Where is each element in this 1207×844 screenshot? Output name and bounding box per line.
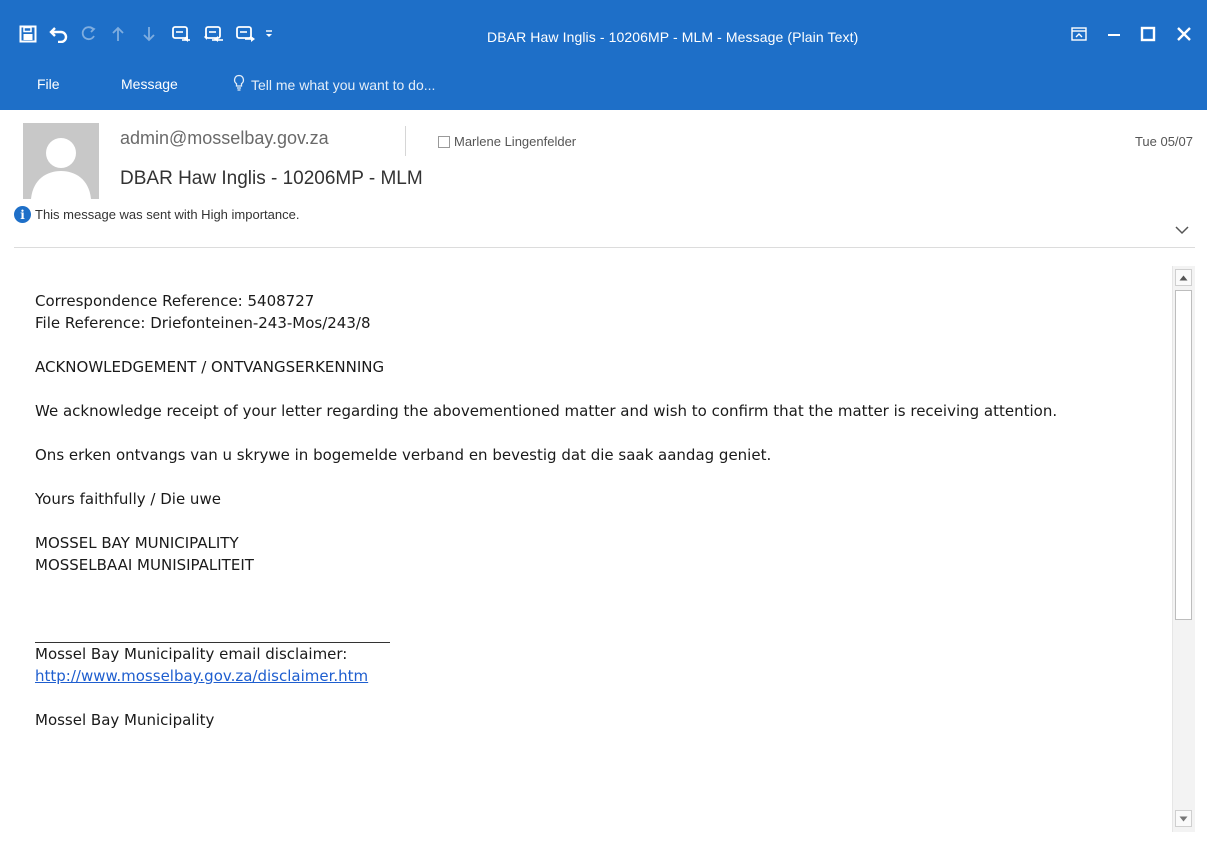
quick-access-toolbar: DBAR Haw Inglis - 10206MP - MLM - Messag… [0,0,1207,66]
customize-toolbar-icon[interactable] [263,22,275,46]
tell-me-search[interactable]: Tell me what you want to do... [233,74,435,95]
info-icon: i [14,206,31,223]
ribbon-tabs [0,66,1207,110]
header-separator [405,126,406,156]
trailing-text: Mossel Bay Municipality [35,711,215,729]
organization-english: MOSSEL BAY MUNICIPALITY [35,534,239,552]
disclaimer-label: Mossel Bay Municipality email disclaimer… [35,645,348,663]
acknowledgement-title: ACKNOWLEDGEMENT / ONTVANGSERKENNING [35,358,385,376]
scrollbar-thumb[interactable] [1175,290,1192,620]
maximize-icon[interactable] [1136,22,1160,46]
close-icon[interactable] [1172,22,1196,46]
file-reference: File Reference: Driefonteinen-243-Mos/24… [35,314,371,332]
person-icon [23,123,99,199]
forward-icon[interactable] [234,22,258,46]
recipient-checkbox[interactable] [438,135,450,148]
sender-address[interactable]: admin@mosselbay.gov.za [120,128,329,149]
recipient[interactable]: Marlene Lingenfelder [438,134,576,149]
disclaimer-link[interactable]: http://www.mosselbay.gov.za/disclaimer.h… [35,667,368,685]
vertical-scrollbar[interactable] [1172,266,1195,832]
paragraph-english: We acknowledge receipt of your letter re… [35,402,1058,420]
recipient-name: Marlene Lingenfelder [454,134,577,149]
tab-file[interactable]: File [37,76,60,92]
importance-text: This message was sent with High importan… [35,207,300,222]
correspondence-reference: Correspondence Reference: 5408727 [35,292,315,310]
header-divider [14,247,1195,248]
scroll-up-button[interactable] [1175,269,1192,286]
window-title: DBAR Haw Inglis - 10206MP - MLM - Messag… [487,29,859,45]
importance-notice: i This message was sent with High import… [14,206,299,223]
save-icon[interactable] [18,22,38,46]
tab-message[interactable]: Message [121,76,178,92]
undo-icon[interactable] [48,22,70,46]
sent-date: Tue 05/07 [1134,134,1193,149]
triangle-down-icon [1179,816,1188,821]
reply-icon[interactable] [170,22,194,46]
closing: Yours faithfully / Die uwe [35,490,221,508]
lightbulb-icon [233,74,245,95]
minimize-icon[interactable] [1102,22,1126,46]
arrow-down-icon[interactable] [140,22,158,46]
chevron-down-icon[interactable] [1175,220,1189,239]
tell-me-placeholder: Tell me what you want to do... [251,76,436,93]
arrow-up-icon[interactable] [109,22,127,46]
message-body: Correspondence Reference: 5408727 File R… [0,262,1170,844]
scroll-down-button[interactable] [1175,810,1192,827]
ribbon-display-options-icon[interactable] [1067,22,1091,46]
paragraph-afrikaans: Ons erken ontvangs van u skrywe in bogem… [35,446,772,464]
title-bar: DBAR Haw Inglis - 10206MP - MLM - Messag… [0,0,1207,110]
avatar [23,123,99,199]
subject: DBAR Haw Inglis - 10206MP - MLM [120,168,423,189]
organization-afrikaans: MOSSELBAAI MUNISIPALITEIT [35,556,254,574]
reply-all-icon[interactable] [201,22,227,46]
redo-icon[interactable] [79,22,99,46]
triangle-up-icon [1179,275,1188,280]
